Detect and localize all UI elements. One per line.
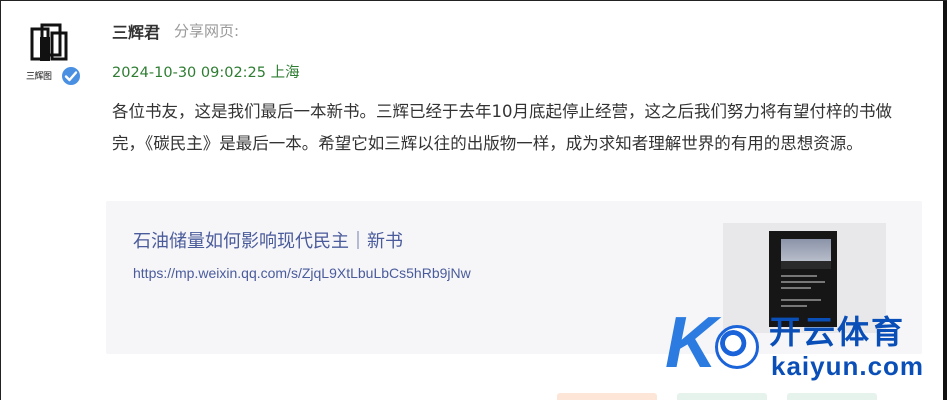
avatar-logo-text: 三辉图 bbox=[26, 72, 52, 82]
soccer-ball-icon bbox=[715, 325, 759, 369]
publisher-logo-icon bbox=[30, 23, 68, 61]
user-name[interactable]: 三辉君 bbox=[112, 19, 160, 43]
post-meta: 2024-10-30 09:02:25 上海 bbox=[112, 61, 300, 82]
verified-badge-icon bbox=[60, 65, 82, 87]
link-title[interactable]: 石油储量如何影响现代民主｜新书 bbox=[133, 227, 403, 253]
action-button-2[interactable] bbox=[677, 393, 767, 400]
watermark-letter: K bbox=[665, 303, 717, 383]
post-body: 各位书友，这是我们最后一本新书。三辉已经于去年10月底起停止经营，这之后我们努力… bbox=[112, 102, 892, 153]
action-button-3[interactable] bbox=[787, 393, 877, 400]
post-timestamp: 2024-10-30 09:02:25 bbox=[112, 65, 266, 81]
watermark-logo: K 开云体育 kaiyun.com bbox=[665, 301, 947, 391]
action-button-1[interactable] bbox=[557, 393, 657, 400]
avatar[interactable]: 三辉图 bbox=[24, 23, 82, 87]
post-card: 三辉图 三辉君 分享网页: 2024-10-30 09:02:25 上海 各位书… bbox=[0, 0, 947, 400]
post-location: 上海 bbox=[270, 65, 300, 81]
link-url[interactable]: https://mp.weixin.qq.com/s/ZjqL9XtLbuLbC… bbox=[133, 265, 471, 281]
watermark-en-text: kaiyun.com bbox=[771, 351, 925, 381]
share-action-label: 分享网页: bbox=[174, 22, 240, 40]
watermark-cn-text: 开云体育 bbox=[769, 313, 906, 351]
